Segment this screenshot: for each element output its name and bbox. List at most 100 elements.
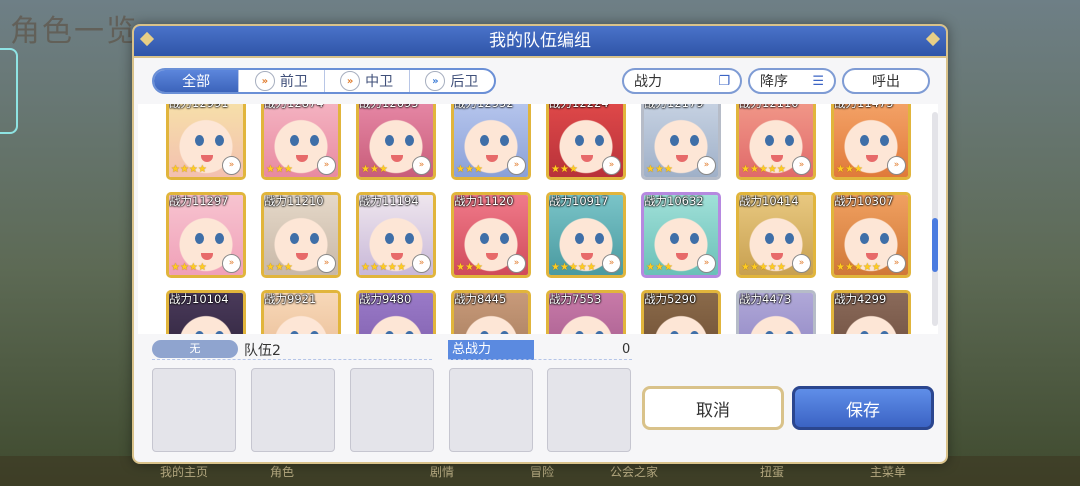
character-card[interactable]: 战力7553 — [546, 290, 626, 334]
portrait-eye — [405, 135, 414, 146]
role-chevron-icon: » — [887, 254, 906, 273]
role-chevron-icon: » — [887, 156, 906, 175]
character-card[interactable]: 战力4299 — [831, 290, 911, 334]
grid-scrollbar[interactable] — [932, 112, 938, 326]
nav-menu: 主菜单 — [870, 465, 907, 479]
tab-back[interactable]: » 后卫 — [408, 70, 494, 92]
role-chevron-icon: » — [792, 254, 811, 273]
portrait-eye — [670, 233, 679, 244]
diamond-deco-icon — [139, 31, 155, 47]
portrait-eye — [310, 135, 319, 146]
character-card[interactable]: 战力12110 ★★★★★ » — [736, 104, 816, 180]
star-rating: ★★★★★ — [551, 262, 596, 273]
role-chevron-icon: » — [222, 156, 241, 175]
character-power: 战力12991 — [169, 104, 229, 111]
character-card[interactable]: 战力10104 — [166, 290, 246, 334]
character-card[interactable]: 战力5290 — [641, 290, 721, 334]
tab-all[interactable]: 全部 — [154, 70, 239, 92]
role-chevron-icon: » — [317, 156, 336, 175]
star-rating: ★★★ — [266, 262, 293, 273]
character-card[interactable]: 战力12874 ★★★ » — [261, 104, 341, 180]
role-chevron-icon: » — [317, 254, 336, 273]
character-card[interactable]: 战力9921 — [261, 290, 341, 334]
portrait-eye — [195, 233, 204, 244]
character-power: 战力12110 — [739, 104, 799, 111]
character-power: 战力12179 — [644, 104, 704, 111]
side-tab — [0, 48, 18, 134]
order-toggle[interactable]: 降序 ☰ — [748, 68, 836, 94]
team-slot[interactable] — [152, 368, 236, 452]
character-power: 战力10917 — [549, 194, 609, 208]
character-power: 战力10414 — [739, 194, 799, 208]
character-power: 战力10307 — [834, 194, 894, 208]
total-power-label: 总战力 — [448, 340, 534, 360]
team-slot[interactable] — [547, 368, 631, 452]
character-card[interactable]: 战力10414 ★★★★★ » — [736, 192, 816, 278]
tab-middle[interactable]: » 中卫 — [323, 70, 409, 92]
character-card[interactable]: 战力10307 ★★★★★ » — [831, 192, 911, 278]
character-card[interactable]: 战力10917 ★★★★★ » — [546, 192, 626, 278]
portrait-eye — [575, 233, 584, 244]
character-card[interactable]: 战力11120 ★★★ » — [451, 192, 531, 278]
call-button[interactable]: 呼出 — [842, 68, 930, 94]
team-name: 队伍2 — [244, 343, 281, 359]
team-slot[interactable] — [350, 368, 434, 452]
character-power: 战力7553 — [549, 292, 602, 306]
sort-key-select[interactable]: 战力 ❐ — [622, 68, 742, 94]
tab-front[interactable]: » 前卫 — [238, 70, 323, 92]
character-power: 战力9480 — [359, 292, 412, 306]
character-card[interactable]: 战力12179 ★★★ » — [641, 104, 721, 180]
character-power: 战力9921 — [264, 292, 317, 306]
character-power: 战力10104 — [169, 292, 229, 306]
character-card[interactable]: 战力11194 ★★★★★ » — [356, 192, 436, 278]
team-slot[interactable] — [251, 368, 335, 452]
character-card[interactable]: 战力9480 — [356, 290, 436, 334]
portrait-eye — [785, 233, 794, 244]
portrait-eye — [195, 135, 204, 146]
character-card[interactable]: 战力12224 ★★★ » — [546, 104, 626, 180]
character-card[interactable]: 战力4473 — [736, 290, 816, 334]
team-formation-dialog: 我的队伍编组 全部 »前卫 »中卫 »后卫 战力 ❐ 降序 ☰ 呼出 战力129… — [132, 24, 948, 464]
portrait-eye — [310, 233, 319, 244]
character-card[interactable]: 战力10632 ★★★ » — [641, 192, 721, 278]
star-rating: ★★★ — [361, 164, 388, 175]
nav-guild: 公会之家 — [610, 465, 659, 479]
character-power: 战力12695 — [359, 104, 419, 111]
character-power: 战力11210 — [264, 194, 324, 208]
character-card[interactable]: 战力11297 ★★★★ » — [166, 192, 246, 278]
character-card[interactable]: 战力11210 ★★★ » — [261, 192, 341, 278]
portrait-eye — [690, 135, 699, 146]
front-role-icon: » — [254, 71, 275, 91]
portrait-eye — [290, 233, 299, 244]
character-card[interactable]: 战力11475 ★★★ » — [831, 104, 911, 180]
star-rating: ★★★ — [646, 164, 673, 175]
character-power: 战力11194 — [359, 194, 419, 208]
tab-label: 全部 — [182, 74, 211, 90]
role-chevron-icon: » — [602, 254, 621, 273]
diamond-deco-icon — [925, 31, 941, 47]
team-slot[interactable] — [449, 368, 533, 452]
role-chevron-icon: » — [412, 156, 431, 175]
role-chevron-icon: » — [792, 156, 811, 175]
sort-key-label: 战力 — [634, 74, 662, 90]
role-chevron-icon: » — [412, 254, 431, 273]
select-box-icon: ❐ — [718, 73, 730, 89]
scroll-thumb[interactable] — [932, 218, 938, 272]
character-power: 战力4299 — [834, 292, 887, 306]
save-button[interactable]: 保存 — [792, 386, 934, 430]
character-card[interactable]: 战力12991 ★★★★ » — [166, 104, 246, 180]
character-card[interactable]: 战力12552 ★★★ » — [451, 104, 531, 180]
call-label: 呼出 — [872, 74, 900, 90]
nav-home: 我的主页 — [160, 465, 209, 479]
portrait-eye — [595, 135, 604, 146]
total-power-value: 0 — [622, 342, 631, 357]
star-rating: ★★★★★ — [361, 262, 406, 273]
tab-label: 前卫 — [279, 74, 308, 90]
portrait-eye — [785, 135, 794, 146]
character-card[interactable]: 战力12695 ★★★ » — [356, 104, 436, 180]
divider — [448, 359, 632, 360]
cancel-button[interactable]: 取消 — [642, 386, 784, 430]
star-rating: ★★★ — [456, 164, 483, 175]
role-filter-tabs: 全部 » 前卫 » 中卫 » 后卫 — [152, 68, 496, 94]
character-card[interactable]: 战力8445 — [451, 290, 531, 334]
